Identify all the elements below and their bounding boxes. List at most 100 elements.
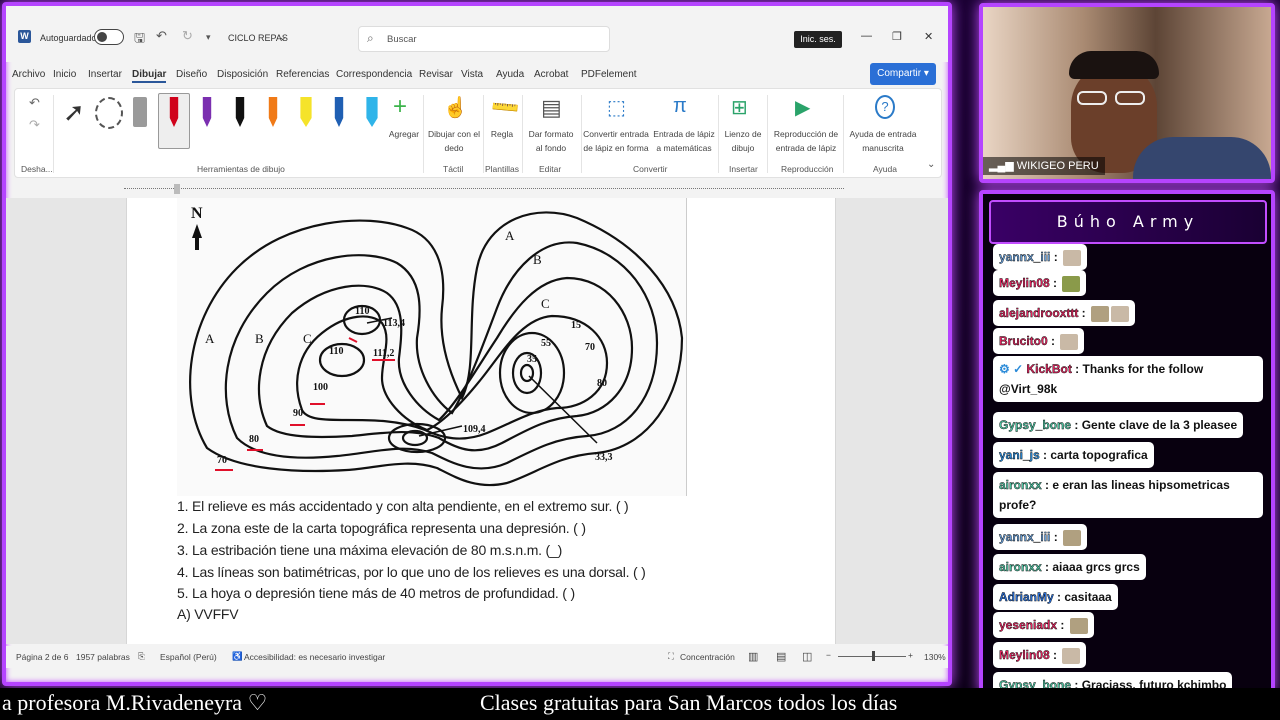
- elevation-label: 80: [597, 378, 607, 389]
- horizontal-ruler[interactable]: [14, 182, 942, 196]
- ink-to-shape-icon[interactable]: ⬚: [607, 95, 626, 120]
- proofing-icon[interactable]: ⎘: [138, 651, 145, 662]
- document-page[interactable]: N A B C A B C 110 113,4 110 111,2 100 90…: [126, 198, 836, 644]
- page-count[interactable]: Página 2 de 6: [16, 652, 68, 662]
- pen-blue-icon[interactable]: [334, 97, 344, 127]
- drawing-canvas-icon[interactable]: ⊞: [731, 95, 748, 120]
- chat-separator: :: [1071, 362, 1083, 376]
- elevation-label: 90: [293, 408, 303, 419]
- format-background-label[interactable]: Dar formato al fondo: [525, 127, 577, 155]
- tab-referencias[interactable]: Referencias: [276, 69, 329, 80]
- tab-diseno[interactable]: Diseño: [176, 69, 207, 80]
- highlighter-yellow-icon[interactable]: [300, 97, 312, 127]
- autosave-toggle[interactable]: [94, 29, 124, 45]
- tab-vista[interactable]: Vista: [461, 69, 483, 80]
- webcam-name: WIKIGEO PERU: [1016, 160, 1099, 172]
- eraser-icon[interactable]: [133, 97, 147, 127]
- chat-username[interactable]: AdrianMy: [999, 590, 1054, 604]
- close-button[interactable]: ✕: [924, 30, 933, 43]
- chat-username[interactable]: KickBot: [1026, 362, 1072, 376]
- pen-black-icon[interactable]: [235, 97, 245, 127]
- ink-help-label[interactable]: Ayuda de entrada manuscrita: [847, 127, 919, 155]
- zoom-level[interactable]: 130%: [924, 652, 946, 662]
- lasso-select-icon[interactable]: [95, 97, 123, 129]
- chat-message: yani_js : carta topografica: [993, 442, 1154, 468]
- chat-message: aironxx : e eran las lineas hipsometrica…: [993, 472, 1263, 518]
- chat-username[interactable]: yannx_iii: [999, 530, 1051, 544]
- chat-username[interactable]: yannx_iii: [999, 250, 1051, 264]
- collapse-ribbon-icon[interactable]: ⌄: [927, 159, 935, 170]
- customize-toolbar-icon[interactable]: ▾: [206, 32, 211, 43]
- chat-username[interactable]: alejandrooxttt: [999, 306, 1079, 320]
- zoom-in-icon[interactable]: +: [908, 650, 913, 660]
- elevation-label: 100: [313, 382, 328, 393]
- chat-username[interactable]: Meylin08: [999, 276, 1050, 290]
- chat-text: aiaaa grcs grcs: [1052, 560, 1140, 574]
- undo-icon[interactable]: ↶: [156, 28, 167, 44]
- select-pointer-icon[interactable]: ➚: [63, 97, 85, 128]
- undo-icon[interactable]: ↶: [29, 95, 40, 111]
- save-icon[interactable]: 🖫: [134, 29, 145, 51]
- draw-with-finger-icon[interactable]: ☝: [443, 95, 468, 120]
- search-input[interactable]: ⌕ Buscar: [358, 26, 610, 52]
- indent-marker[interactable]: [174, 184, 180, 194]
- elevation-label: 111,2: [373, 348, 394, 359]
- webcam-name-tag: ▂▄▆ WIKIGEO PERU: [983, 157, 1105, 175]
- ink-to-math-label[interactable]: Entrada de lápiz a matemáticas: [651, 127, 717, 155]
- tab-disposicion[interactable]: Disposición: [217, 69, 268, 80]
- tab-pdfelement[interactable]: PDFelement: [581, 69, 637, 80]
- tab-ayuda[interactable]: Ayuda: [496, 69, 524, 80]
- focus-mode-button[interactable]: Concentración: [680, 652, 735, 662]
- ticker-right-text: Clases gratuitas para San Marcos todos l…: [480, 690, 898, 715]
- zoom-out-icon[interactable]: −: [826, 650, 831, 660]
- pen-orange-icon[interactable]: [268, 97, 278, 127]
- tab-dibujar[interactable]: Dibujar: [132, 69, 167, 83]
- drawing-canvas-label[interactable]: Lienzo de dibujo: [721, 127, 765, 155]
- word-count[interactable]: 1957 palabras: [76, 652, 130, 662]
- chat-username[interactable]: Brucito0: [999, 334, 1048, 348]
- minimize-button[interactable]: —: [861, 30, 872, 42]
- ruler-label[interactable]: Regla: [485, 127, 519, 141]
- ink-replay-icon[interactable]: ▶: [795, 95, 810, 120]
- chat-username[interactable]: yeseniadx: [999, 618, 1057, 632]
- question-5: 5. La hoya o depresión tiene más de 40 m…: [177, 585, 575, 601]
- ink-to-math-icon[interactable]: π: [673, 95, 687, 118]
- help-icon[interactable]: ?: [875, 95, 895, 119]
- chat-username[interactable]: yani_js: [999, 448, 1040, 462]
- tab-inicio[interactable]: Inicio: [53, 69, 76, 80]
- tab-archivo[interactable]: Archivo: [12, 69, 45, 80]
- restore-button[interactable]: ❐: [892, 30, 902, 43]
- add-pen-icon[interactable]: +: [393, 93, 407, 121]
- emote-icon: [1091, 305, 1110, 322]
- north-label: N: [191, 205, 203, 222]
- redo-icon[interactable]: ↻: [182, 28, 193, 44]
- ink-replay-label[interactable]: Reproducción de entrada de lápiz: [771, 127, 841, 155]
- chat-username[interactable]: aironxx: [999, 560, 1042, 574]
- chat-username[interactable]: Gypsy_bone: [999, 418, 1071, 432]
- tab-revisar[interactable]: Revisar: [419, 69, 453, 80]
- chat-text: Gente clave de la 3 pleasee: [1081, 418, 1238, 432]
- accessibility-status[interactable]: Accesibilidad: es necesario investigar: [244, 652, 385, 662]
- tab-insertar[interactable]: Insertar: [88, 69, 122, 80]
- draw-with-finger-label[interactable]: Dibujar con el dedo: [427, 127, 481, 155]
- topographic-map: N A B C A B C 110 113,4 110 111,2 100 90…: [189, 205, 684, 487]
- tab-correspondencia[interactable]: Correspondencia: [336, 69, 412, 80]
- chat-message: aironxx : aiaaa grcs grcs: [993, 554, 1146, 580]
- ink-to-shape-label[interactable]: Convertir entrada de lápiz en forma: [583, 127, 649, 155]
- read-mode-icon[interactable]: ▥: [748, 650, 758, 663]
- web-layout-icon[interactable]: ◫: [802, 650, 812, 663]
- pen-purple-icon[interactable]: [202, 97, 212, 127]
- print-layout-icon[interactable]: ▤: [776, 650, 786, 663]
- ruler-icon[interactable]: 📏: [488, 90, 523, 125]
- tab-acrobat[interactable]: Acrobat: [534, 69, 568, 80]
- chat-username[interactable]: Meylin08: [999, 648, 1050, 662]
- zoom-slider-thumb[interactable]: [872, 651, 875, 661]
- language-status[interactable]: Español (Perú): [160, 652, 217, 662]
- highlighter-cyan-icon[interactable]: [366, 97, 378, 127]
- format-background-icon[interactable]: ▤: [541, 95, 562, 121]
- chat-username[interactable]: aironxx: [999, 478, 1042, 492]
- sign-in-button[interactable]: Inic. ses.: [794, 31, 842, 48]
- redo-icon[interactable]: ↷: [29, 117, 40, 133]
- glasses-left: [1077, 91, 1107, 105]
- share-button[interactable]: Compartir ▾: [870, 63, 936, 85]
